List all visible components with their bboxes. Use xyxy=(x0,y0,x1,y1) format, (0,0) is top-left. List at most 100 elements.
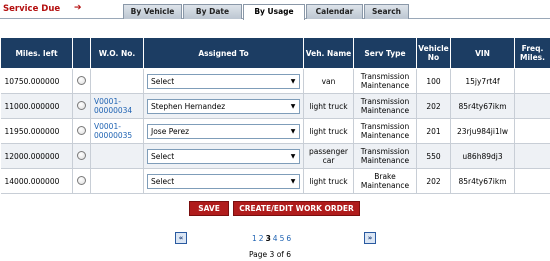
table-row: 14000.000000 Select ▼ light truck Brake Ma… xyxy=(0,168,550,194)
page-link-6[interactable]: 6 xyxy=(286,234,291,243)
assigned-cell: Select ▼ xyxy=(143,68,304,94)
assigned-to-select[interactable]: Select ▼ xyxy=(147,73,300,89)
tab-search[interactable]: Search xyxy=(364,4,409,19)
col-header-vehicle-no[interactable]: Vehicle No xyxy=(416,37,451,69)
vehicle-no-cell: 202 xyxy=(416,168,451,194)
col-header-veh-name[interactable]: Veh. Name xyxy=(303,37,354,69)
tab-bar: By Vehicle By Date By Usage Calendar Sea… xyxy=(123,4,410,20)
page-info: Page 3 of 6 xyxy=(249,250,292,259)
assigned-to-value: Stephen Hernandez xyxy=(151,101,226,111)
row-select-cell xyxy=(72,143,91,169)
wo-cell: V0001- 00000035 xyxy=(90,118,144,144)
veh-name-cell: van xyxy=(303,68,354,94)
save-button[interactable]: SAVE xyxy=(189,201,229,216)
assigned-to-select[interactable]: Select ▼ xyxy=(147,148,300,164)
table-row: 10750.000000 Select ▼ van Transmission Mai… xyxy=(0,68,550,94)
table-row: 11950.000000 V0001- 00000035 Jose Perez ▼ … xyxy=(0,118,550,144)
tab-by-vehicle[interactable]: By Vehicle xyxy=(123,4,182,19)
vin-cell: 15jy7rt4f xyxy=(450,68,515,94)
vehicle-no-cell: 550 xyxy=(416,143,451,169)
table-header-row: Miles. left W.O. No. Assigned To Veh. Na… xyxy=(0,37,550,69)
vehicle-no-cell: 201 xyxy=(416,118,451,144)
page-link-2[interactable]: 2 xyxy=(259,234,264,243)
tab-by-usage[interactable]: By Usage xyxy=(243,4,305,20)
wo-cell xyxy=(90,143,144,169)
row-radio[interactable] xyxy=(77,150,86,160)
create-edit-work-order-button[interactable]: CREATE/EDIT WORK ORDER xyxy=(233,201,360,216)
vehicle-no-cell: 100 xyxy=(416,68,451,94)
miles-left-cell: 14000.000000 xyxy=(0,168,73,194)
serv-type-cell: Transmission Maintenance xyxy=(353,143,417,169)
assigned-to-value: Jose Perez xyxy=(151,126,190,136)
row-radio[interactable] xyxy=(77,125,86,135)
miles-left-cell: 11950.000000 xyxy=(0,118,73,144)
vin-cell: 23rju984ji1lw xyxy=(450,118,515,144)
freq-miles-cell xyxy=(514,118,550,144)
col-header-miles-left[interactable]: Miles. left xyxy=(0,37,73,69)
serv-type-cell: Brake Maintenance xyxy=(353,168,417,194)
page-link-1[interactable]: 1 xyxy=(252,234,257,243)
serv-type-cell: Transmission Maintenance xyxy=(353,118,417,144)
col-header-assigned-to[interactable]: Assigned To xyxy=(143,37,304,69)
assigned-cell: Select ▼ xyxy=(143,168,304,194)
tab-by-date[interactable]: By Date xyxy=(183,4,242,19)
table-row: 11000.000000 V0001- 00000034 Stephen Hern… xyxy=(0,93,550,119)
freq-miles-cell xyxy=(514,93,550,119)
veh-name-cell: light truck xyxy=(303,168,354,194)
serv-type-cell: Transmission Maintenance xyxy=(353,68,417,94)
row-radio[interactable] xyxy=(77,100,86,110)
chevron-down-icon: ▼ xyxy=(290,77,296,85)
first-page-icon[interactable]: « xyxy=(175,232,187,244)
page-link-3: 3 xyxy=(265,234,271,243)
vin-cell: 85r4ty67ikm xyxy=(450,168,515,194)
col-header-wo-no[interactable]: W.O. No. xyxy=(90,37,144,69)
row-radio[interactable] xyxy=(77,175,86,185)
page-title: Service Due xyxy=(3,4,61,14)
chevron-down-icon: ▼ xyxy=(290,127,296,135)
assigned-cell: Stephen Hernandez ▼ xyxy=(143,93,304,119)
wo-link[interactable]: V0001- 00000035 xyxy=(94,122,132,140)
page-links: 123456 xyxy=(252,234,293,243)
page-link-4[interactable]: 4 xyxy=(273,234,278,243)
service-due-table: Miles. left W.O. No. Assigned To Veh. Na… xyxy=(0,37,550,194)
vehicle-no-cell: 202 xyxy=(416,93,451,119)
col-header-serv-type[interactable]: Serv Type xyxy=(353,37,417,69)
assigned-to-select[interactable]: Jose Perez ▼ xyxy=(147,123,300,139)
page-header: Service Due ➔ By Vehicle By Date By Usag… xyxy=(0,0,550,20)
arrow-right-icon: ➔ xyxy=(74,3,82,13)
assigned-to-value: Select xyxy=(151,76,175,86)
veh-name-cell: light truck xyxy=(303,118,354,144)
miles-left-cell: 10750.000000 xyxy=(0,68,73,94)
freq-miles-cell xyxy=(514,68,550,94)
freq-miles-cell xyxy=(514,143,550,169)
col-header-vin[interactable]: VIN xyxy=(450,37,515,69)
row-radio[interactable] xyxy=(77,75,86,85)
serv-type-cell: Transmission Maintenance xyxy=(353,93,417,119)
vin-cell: 85r4ty67ikm xyxy=(450,93,515,119)
chevron-down-icon: ▼ xyxy=(290,152,296,160)
col-header-select xyxy=(72,37,91,69)
row-select-cell xyxy=(72,118,91,144)
row-select-cell xyxy=(72,68,91,94)
chevron-down-icon: ▼ xyxy=(290,102,296,110)
col-header-freq-miles[interactable]: Freq. Miles. xyxy=(514,37,550,69)
wo-cell xyxy=(90,68,144,94)
freq-miles-cell xyxy=(514,168,550,194)
page-link-5[interactable]: 5 xyxy=(280,234,285,243)
assigned-to-select[interactable]: Select ▼ xyxy=(147,173,300,189)
miles-left-cell: 12000.000000 xyxy=(0,143,73,169)
service-due-table-wrap: Miles. left W.O. No. Assigned To Veh. Na… xyxy=(0,37,550,194)
wo-cell: V0001- 00000034 xyxy=(90,93,144,119)
wo-link[interactable]: V0001- 00000034 xyxy=(94,97,132,115)
row-select-cell xyxy=(72,93,91,119)
chevron-down-icon: ▼ xyxy=(290,177,296,185)
tab-calendar[interactable]: Calendar xyxy=(306,4,363,19)
veh-name-cell: passenger car xyxy=(303,143,354,169)
vin-cell: u86h89dj3 xyxy=(450,143,515,169)
row-select-cell xyxy=(72,168,91,194)
wo-cell xyxy=(90,168,144,194)
assigned-to-select[interactable]: Stephen Hernandez ▼ xyxy=(147,98,300,114)
table-row: 12000.000000 Select ▼ passenger car Trans… xyxy=(0,143,550,169)
last-page-icon[interactable]: » xyxy=(364,232,376,244)
miles-left-cell: 11000.000000 xyxy=(0,93,73,119)
